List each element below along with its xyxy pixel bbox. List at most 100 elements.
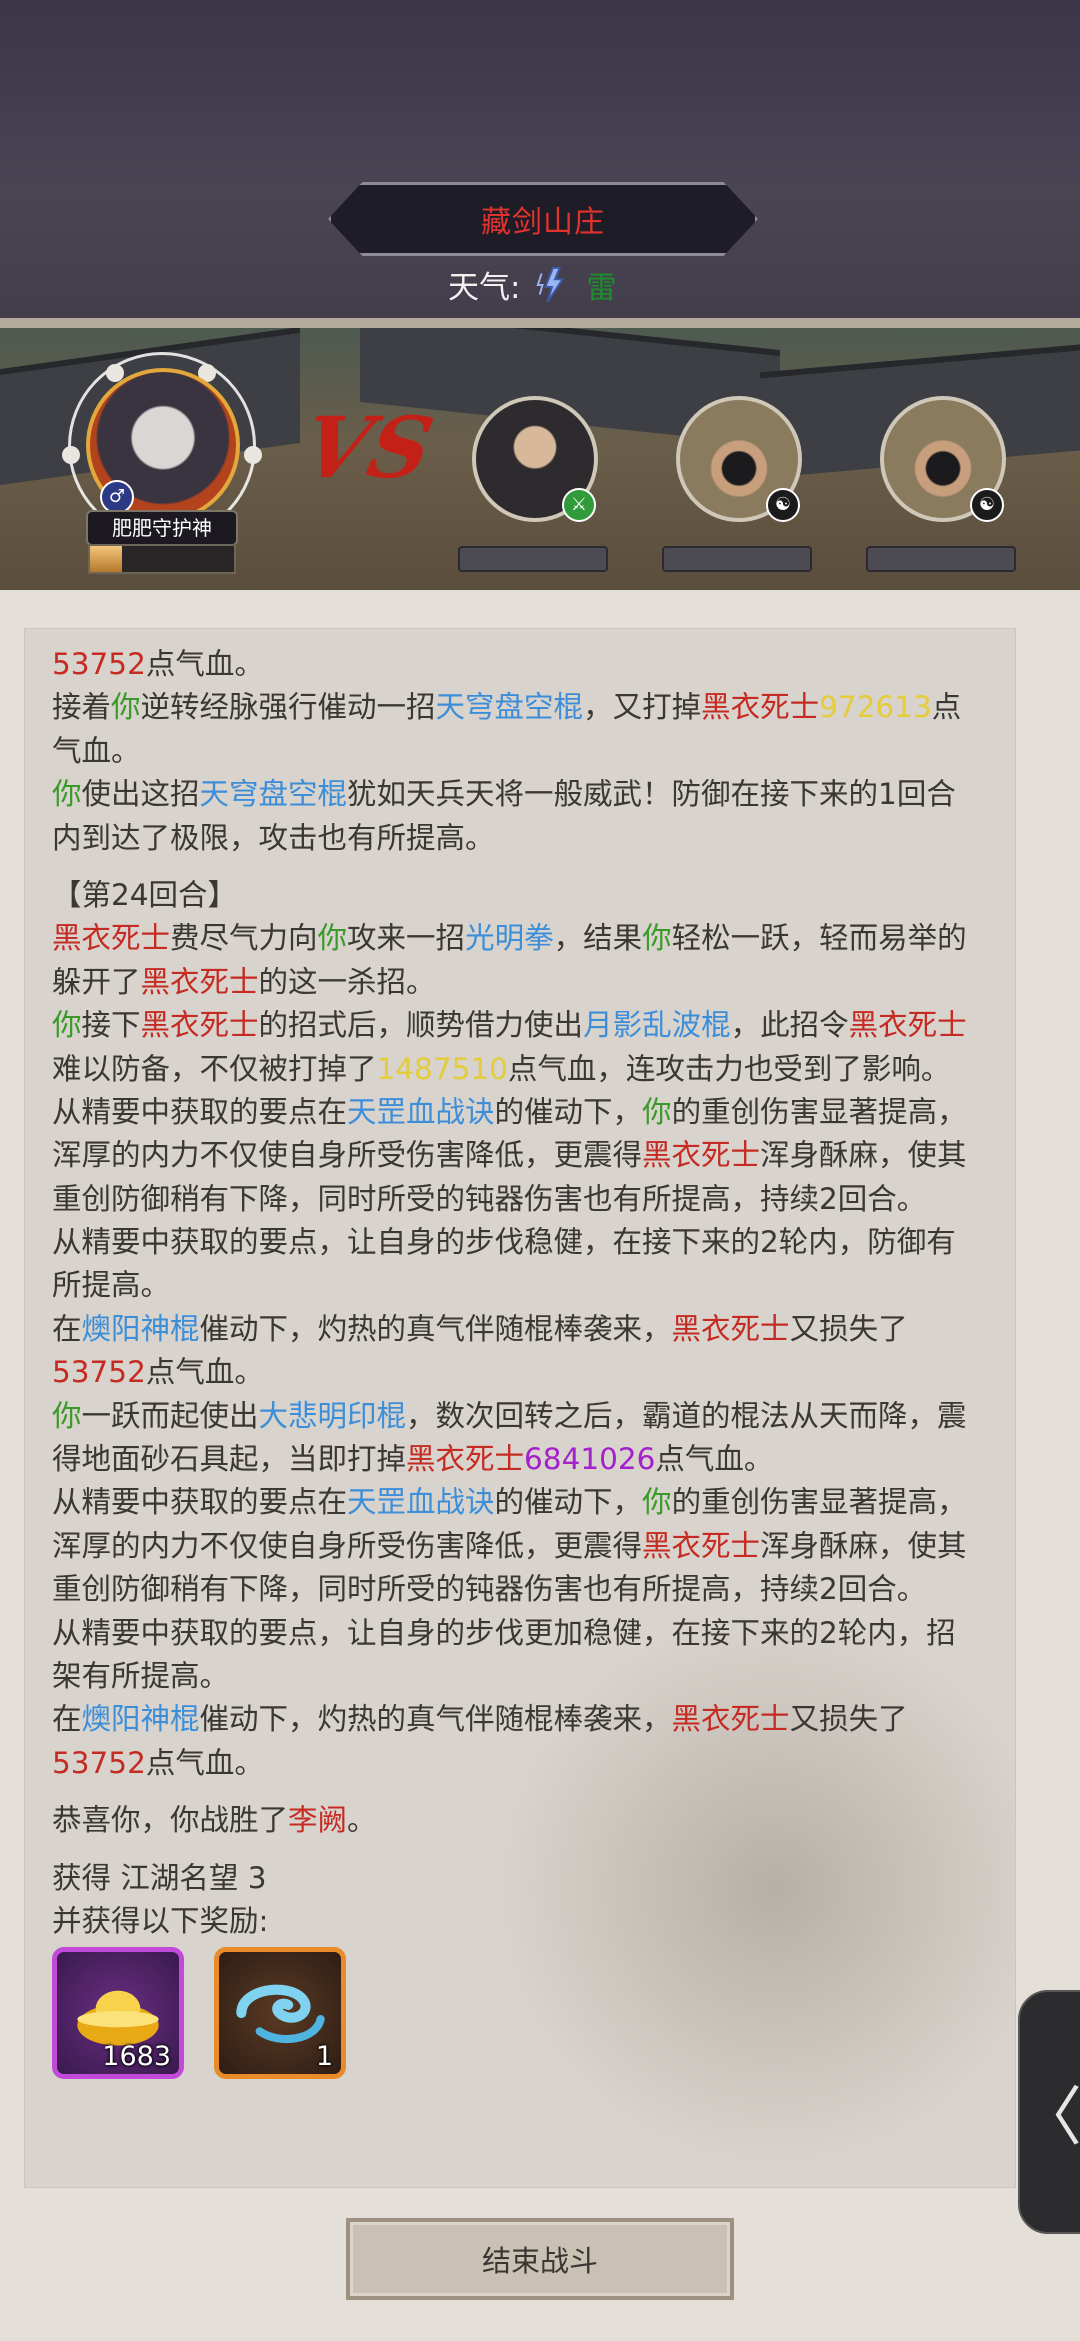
log-line: 所提高。	[52, 1264, 1012, 1307]
log-segment: 的重创伤害显著提高，	[671, 1485, 967, 1520]
enemy-hp-bar	[662, 546, 812, 572]
log-segment: 攻来一招	[347, 921, 466, 956]
log-segment: 气血。	[52, 733, 141, 768]
log-line: 53752点气血。	[52, 1742, 1012, 1785]
log-line: 黑衣死士费尽气力向你攻来一招光明拳，结果你轻松一跃，轻而易举的	[52, 917, 1012, 960]
end-battle-button[interactable]: 结束战斗	[346, 2218, 734, 2300]
log-segment: 在	[52, 1702, 82, 1737]
log-gap	[52, 1843, 1012, 1857]
log-segment: 从精要中获取的要点，让自身的步伐稳健，在接下来的2轮内，防御有	[52, 1225, 956, 1260]
log-segment: 53752	[52, 1355, 146, 1390]
log-segment: 你	[317, 921, 348, 956]
log-segment: 点	[931, 690, 962, 725]
enemy-hp-bar	[458, 546, 608, 572]
player-name: 肥肥守护神	[86, 510, 238, 546]
log-segment: 浑身酥麻，使其	[760, 1138, 967, 1173]
log-line: 53752点气血。	[52, 1351, 1012, 1394]
weather-row: 天气: 雷	[448, 262, 616, 307]
ring-node	[62, 446, 80, 464]
log-segment: 催动下，灼热的真气伴随棍棒袭来，	[199, 1311, 672, 1346]
log-segment: 在	[52, 1311, 82, 1346]
vs-emblem: VS	[294, 398, 442, 497]
weather-value: 雷	[586, 270, 617, 306]
ring-node	[244, 446, 262, 464]
log-segment: 费尽气力向	[170, 921, 318, 956]
log-segment: 黑衣死士	[671, 1311, 790, 1346]
log-segment: 你	[52, 777, 82, 812]
log-segment: 从精要中获取的要点在	[52, 1094, 348, 1129]
log-segment: ，此招令	[730, 1008, 849, 1043]
log-segment: 点气血。	[145, 1355, 264, 1390]
location-title: 藏剑山庄	[481, 205, 605, 240]
log-segment: 天罡血战诀	[347, 1094, 495, 1129]
log-segment: 得地面砂石具起，当即打掉	[52, 1442, 407, 1477]
log-line: 内到达了极限，攻击也有所提高。	[52, 817, 1012, 860]
log-segment: 一跃而起使出	[81, 1398, 259, 1433]
log-segment: 点气血。	[145, 647, 264, 681]
side-collapse-tab[interactable]: 〈	[1018, 1990, 1080, 2234]
log-segment: 又损失了	[789, 1311, 908, 1346]
log-segment: 轻松一跃，轻而易举的	[671, 921, 967, 956]
log-segment: 黑衣死士	[642, 1138, 761, 1173]
log-segment: 获得 江湖名望 3	[52, 1860, 267, 1895]
battle-log-lines: 53752点气血。 接着你逆转经脉强行催动一招天穹盘空棍，又打掉黑衣死士97261…	[52, 643, 1012, 1943]
log-segment: 的催动下，	[494, 1485, 643, 1520]
battle-scene: ♂ 肥肥守护神 VS ⚔ ☯ ☯	[0, 328, 1080, 590]
log-segment: 使出这招	[81, 777, 200, 812]
log-line: 从精要中获取的要点在天罡血战诀的催动下，你的重创伤害显著提高，	[52, 1091, 1012, 1134]
log-gap	[52, 1785, 1012, 1799]
log-line: 重创防御稍有下降，同时所受的钝器伤害也有所提高，持续2回合。	[52, 1178, 1012, 1221]
log-segment: 黑衣死士	[406, 1442, 525, 1477]
log-line: 你一跃而起使出大悲明印棍，数次回转之后，霸道的棍法从天而降，震	[52, 1395, 1012, 1438]
reward-item-cloud[interactable]: 1	[214, 1947, 346, 2079]
log-segment: 53752	[52, 1745, 146, 1780]
log-segment: 燠阳神棍	[81, 1702, 200, 1737]
log-segment: 大悲明印棍	[258, 1398, 407, 1433]
log-segment: 内到达了极限，攻击也有所提高。	[52, 820, 495, 855]
header-bar: 藏剑山庄 天气: 雷	[0, 0, 1080, 325]
log-segment: 黑衣死士	[52, 921, 171, 956]
log-line: 从精要中获取的要点，让自身的步伐稳健，在接下来的2轮内，防御有	[52, 1221, 1012, 1264]
log-segment: ，又打掉	[583, 690, 702, 725]
log-segment: 你	[642, 921, 672, 956]
log-segment: 的催动下，	[494, 1094, 643, 1129]
log-segment: 【第24回合】	[52, 877, 238, 912]
log-line: 浑厚的内力不仅使自身所受伤害降低，更震得黑衣死士浑身酥麻，使其	[52, 1525, 1012, 1568]
log-line: 获得 江湖名望 3	[52, 1857, 1012, 1900]
log-segment: 天罡血战诀	[347, 1485, 495, 1520]
reward-item-gold-ingot[interactable]: 1683	[52, 1947, 184, 2079]
log-segment: 天穹盘空棍	[435, 690, 584, 725]
log-segment: 恭喜你，你战胜了	[52, 1803, 289, 1838]
weather-label: 天气:	[448, 270, 521, 306]
log-segment: 你	[52, 1398, 82, 1433]
log-line: 你使出这招天穹盘空棍犹如天兵天将一般威武！防御在接下来的1回合	[52, 773, 1012, 816]
log-segment: 所提高。	[52, 1268, 171, 1303]
log-segment: 6841026	[524, 1442, 656, 1477]
log-segment: 催动下，灼热的真气伴随棍棒袭来，	[199, 1702, 672, 1737]
log-segment: 并获得以下奖励:	[52, 1903, 269, 1938]
reward-list: 1683 1	[52, 1947, 346, 2079]
log-segment: 53752	[52, 647, 146, 681]
chevron-left-icon: 〈	[1018, 2081, 1080, 2155]
log-segment: 。	[347, 1803, 377, 1838]
log-segment: 点气血。	[145, 1745, 264, 1780]
log-segment: 的这一杀招。	[258, 964, 436, 999]
log-segment: 接下	[81, 1008, 141, 1043]
log-line: 接着你逆转经脉强行催动一招天穹盘空棍，又打掉黑衣死士972613点	[52, 686, 1012, 729]
log-segment: 1487510	[376, 1051, 508, 1086]
log-segment: 972613	[819, 690, 932, 725]
log-segment: 你	[642, 1094, 672, 1129]
log-line: 在燠阳神棍催动下，灼热的真气伴随棍棒袭来，黑衣死士又损失了	[52, 1698, 1012, 1741]
log-segment: 浑厚的内力不仅使自身所受伤害降低，更震得	[52, 1528, 643, 1563]
log-segment: 你	[111, 690, 141, 725]
end-battle-label: 结束战斗	[481, 2244, 598, 2278]
log-line: 难以防备，不仅被打掉了1487510点气血，连攻击力也受到了影响。	[52, 1048, 1012, 1091]
battle-log[interactable]: 53752点气血。 接着你逆转经脉强行催动一招天穹盘空棍，又打掉黑衣死士97261…	[24, 628, 1016, 2188]
log-segment: 月影乱波棍	[583, 1008, 731, 1043]
reward-count: 1	[315, 2041, 333, 2072]
log-line: 躲开了黑衣死士的这一杀招。	[52, 961, 1012, 1004]
log-line: 从精要中获取的要点，让自身的步伐更加稳健，在接下来的2轮内，招	[52, 1612, 1012, 1655]
yin-yang-icon: ☯	[766, 488, 800, 522]
reward-count: 1683	[102, 2041, 171, 2072]
player-hp-fill	[90, 546, 122, 572]
